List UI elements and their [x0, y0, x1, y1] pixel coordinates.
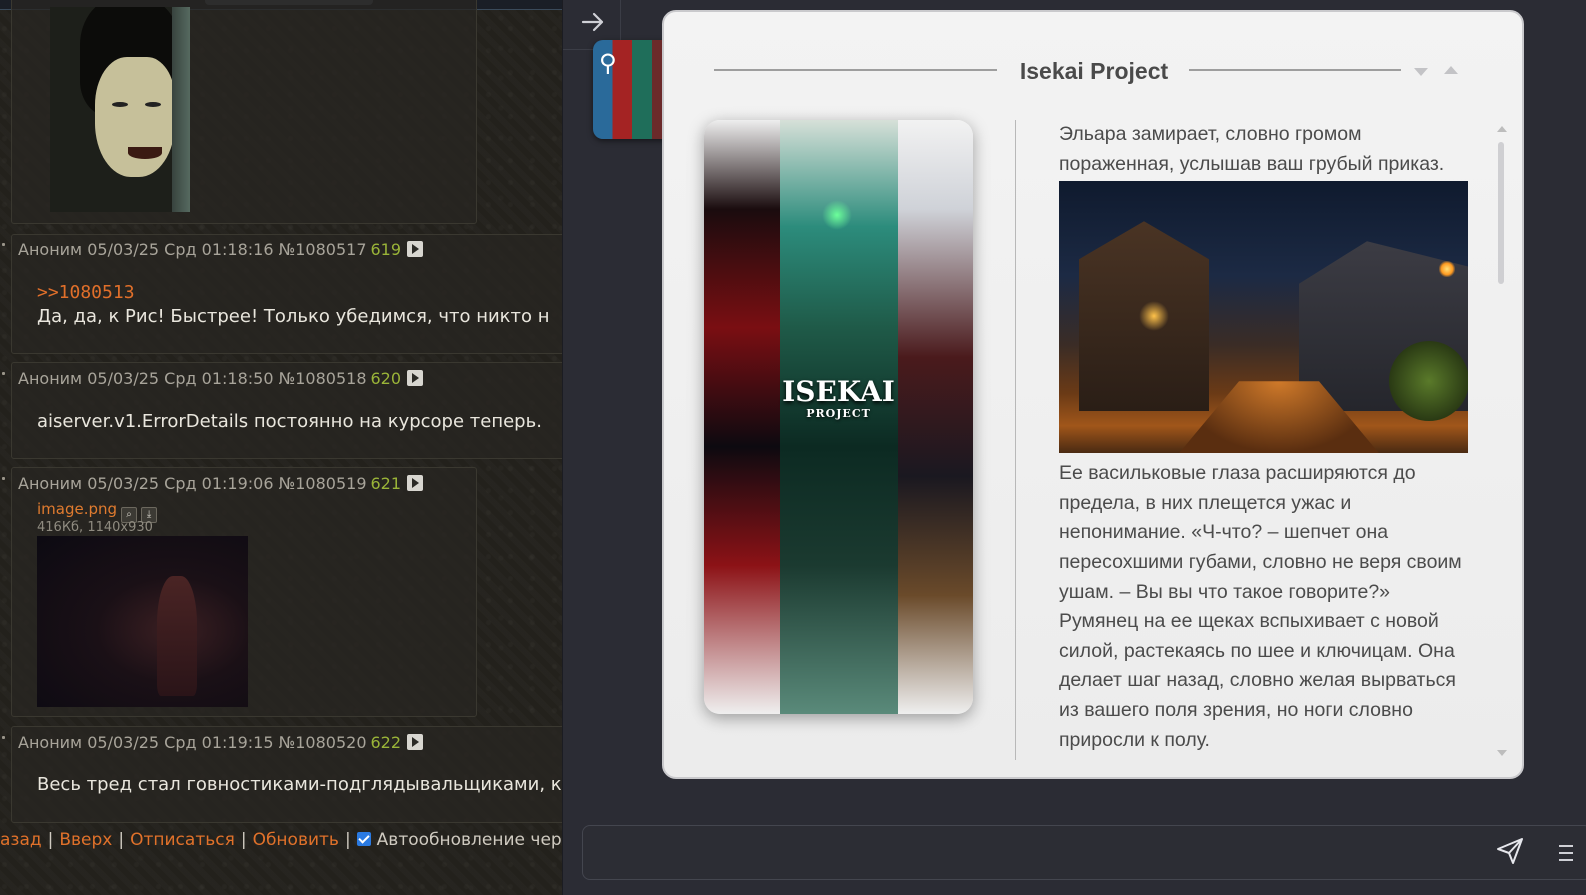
poster-logo-subtext: PROJECT — [806, 407, 871, 420]
collapse-up-icon[interactable] — [1444, 66, 1458, 74]
post-date: 05/03/25 Срд 01:18:50 — [87, 369, 274, 388]
post-marker — [2, 736, 5, 739]
autoupdate-label: Автообновление чере: — [376, 830, 562, 850]
collapse-down-icon[interactable] — [1414, 68, 1428, 76]
post-text: aiserver.v1.ErrorDetails постоянно на ку… — [37, 411, 542, 432]
post-author: Аноним — [18, 474, 83, 493]
file-meta: 416Кб, 1140x930 — [37, 520, 153, 535]
poster-logo-text: ISEKAI — [782, 375, 895, 408]
file-name-link[interactable]: image.png — [37, 500, 117, 518]
content-divider — [1015, 120, 1016, 760]
arrow-right-icon[interactable] — [581, 11, 605, 33]
post-header: Аноним 05/03/25 Срд 01:18:50 №1080518 620 — [18, 369, 424, 388]
post-attachment-image[interactable] — [37, 536, 248, 707]
post-image-container — [11, 0, 477, 224]
play-icon[interactable] — [407, 734, 424, 750]
message-input[interactable] — [582, 825, 1586, 880]
back-link[interactable]: азад — [0, 830, 42, 850]
post-id-link[interactable]: №1080520 — [279, 733, 367, 752]
menu-icon[interactable] — [1559, 845, 1573, 861]
reply-link[interactable]: >>1080513 — [37, 282, 135, 303]
forum-thread-pane: Аноним 05/03/25 Срд 01:18:16 №1080517 619… — [0, 0, 562, 895]
title-divider-right — [1189, 69, 1401, 71]
refresh-link[interactable]: Обновить — [253, 830, 339, 850]
post-author: Аноним — [18, 240, 83, 259]
post-author: Аноним — [18, 369, 83, 388]
play-icon[interactable] — [407, 370, 424, 386]
post-author: Аноним — [18, 733, 83, 752]
post-date: 05/03/25 Срд 01:18:16 — [87, 240, 274, 259]
card-title: Isekai Project — [1019, 58, 1169, 84]
post-id-link[interactable]: №1080518 — [279, 369, 367, 388]
thread-bottom-nav: азад | Вверх | Отписаться | Обновить | Автообнов… — [0, 830, 562, 850]
chat-pane: ⚲ Isekai Project ISEKAI PROJECT Эльара з… — [562, 0, 1586, 895]
post-header: Аноним 05/03/25 Срд 01:19:15 №1080520 622 — [18, 733, 424, 752]
post-header: Аноним 05/03/25 Срд 01:19:06 №1080519 621 — [18, 474, 424, 493]
autoupdate-checkbox[interactable] — [356, 832, 371, 846]
scroll-down-arrow[interactable] — [1497, 750, 1507, 756]
post-marker — [2, 477, 5, 480]
post-id-link[interactable]: №1080517 — [279, 240, 367, 259]
post-text: Весь тред стал говностиками-подглядываль… — [37, 774, 562, 795]
unsubscribe-link[interactable]: Отписаться — [130, 830, 235, 850]
post-number: 622 — [370, 733, 402, 752]
scroll-up-arrow[interactable] — [1497, 126, 1507, 132]
post-number: 620 — [370, 369, 402, 388]
character-card: Isekai Project ISEKAI PROJECT Эльара зам… — [662, 10, 1524, 779]
send-icon[interactable] — [1495, 836, 1525, 866]
play-icon[interactable] — [407, 475, 424, 491]
character-poster-image[interactable]: ISEKAI PROJECT — [704, 120, 973, 714]
post-marker — [2, 372, 5, 375]
up-link[interactable]: Вверх — [59, 830, 112, 850]
post-date: 05/03/25 Срд 01:19:06 — [87, 474, 274, 493]
post-number: 619 — [370, 240, 402, 259]
post-attachment-image[interactable] — [50, 7, 190, 212]
post-text: Да, да, к Рис! Быстрее! Только убедимся,… — [37, 306, 550, 327]
story-paragraph: Эльара замирает, словно громом пораженна… — [1059, 123, 1445, 175]
post-marker — [2, 243, 5, 246]
post-header: Аноним 05/03/25 Срд 01:18:16 №1080517 619 — [18, 240, 424, 259]
post-id-link[interactable]: №1080519 — [279, 474, 367, 493]
play-icon[interactable] — [407, 241, 424, 257]
scrollbar-thumb[interactable] — [1498, 142, 1504, 284]
story-message: Эльара замирает, словно громом пораженна… — [1059, 120, 1474, 760]
scene-illustration[interactable] — [1059, 181, 1468, 454]
gender-symbol-icon: ⚲ — [599, 49, 617, 77]
post-date: 05/03/25 Срд 01:19:15 — [87, 733, 274, 752]
title-divider-left — [714, 69, 997, 71]
post-number: 621 — [370, 474, 402, 493]
story-paragraph: Ее васильковые глаза расширяются до пред… — [1059, 462, 1462, 751]
